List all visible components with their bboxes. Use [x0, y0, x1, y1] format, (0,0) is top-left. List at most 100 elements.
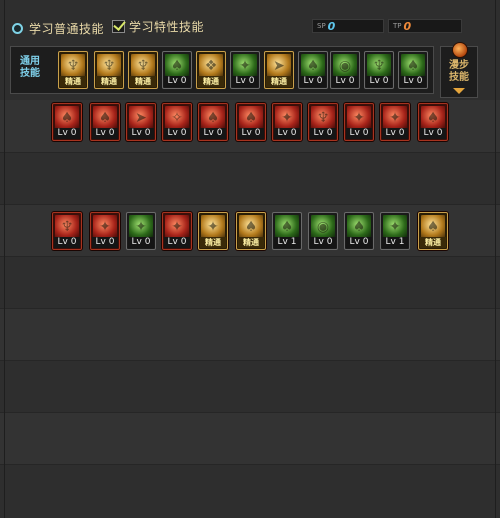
skill-slot[interactable]: ♠ Lv 0: [298, 51, 328, 89]
skill-slot[interactable]: ✧ Lv 0: [162, 103, 192, 141]
target-icon: ✦: [233, 54, 257, 78]
figure-icon: ✦: [347, 106, 371, 130]
skill-slot[interactable]: ✦ Lv 0: [272, 103, 302, 141]
skill-level-label: Lv 0: [128, 237, 154, 248]
tp-value: 0: [403, 19, 412, 33]
skill-glyph: ♠: [352, 219, 366, 235]
skill-glyph: ♠: [244, 219, 258, 235]
normal-skill-option[interactable]: 学习普通技能: [12, 20, 104, 37]
sprint-icon: ✦: [129, 215, 153, 239]
checkbox-icon[interactable]: [112, 20, 125, 33]
sp-value: 0: [327, 19, 336, 33]
skill-level-label: Lv 0: [200, 128, 226, 139]
skill-glyph: ➤: [273, 58, 285, 74]
skill-glyph: ✦: [239, 58, 251, 74]
skill-slot[interactable]: ♆ 精通: [58, 51, 88, 89]
skill-glyph: ✦: [389, 110, 401, 126]
pierce-icon: ✦: [201, 215, 225, 239]
special-skill-label: 学习特性技能: [129, 20, 205, 34]
skill-glyph: ♆: [316, 110, 330, 126]
special-skill-option[interactable]: 学习特性技能: [112, 18, 204, 35]
switch-skill-label: 漫步 技能: [449, 60, 469, 83]
skill-level-label: Lv 1: [382, 237, 408, 248]
wings-icon: ♠: [165, 54, 189, 78]
skill-slot[interactable]: ♠ Lv 0: [398, 51, 428, 89]
skill-glyph: ◉: [338, 58, 352, 74]
chevron-down-icon[interactable]: [453, 88, 465, 94]
skill-slot[interactable]: ♠ Lv 0: [418, 103, 448, 141]
skill-slot[interactable]: ◉ Lv 0: [330, 51, 360, 89]
skill-level-label: Lv 0: [400, 76, 426, 87]
sp-counter: SP 0: [312, 19, 384, 33]
skill-slot[interactable]: ♠ Lv 0: [236, 103, 266, 141]
general-skill-label: 通用 技能: [20, 56, 40, 79]
spiral-icon: ✦: [165, 215, 189, 239]
skill-level-label: 精通: [200, 237, 226, 248]
skill-level-label: Lv 0: [420, 128, 446, 139]
row-divider: [0, 464, 500, 465]
skill-slot[interactable]: ❖ 精通: [196, 51, 226, 89]
skill-level-label: Lv 0: [164, 76, 190, 87]
skill-slot[interactable]: ♠ Lv 0: [162, 51, 192, 89]
rage-icon: ♆: [55, 215, 79, 239]
skill-level-label: Lv 0: [238, 128, 264, 139]
shard-icon: ♠: [401, 54, 425, 78]
skill-slot[interactable]: ♆ Lv 0: [364, 51, 394, 89]
grass-icon: ♠: [421, 215, 445, 239]
vortex-icon: ✦: [275, 106, 299, 130]
skill-slot[interactable]: ◉ Lv 0: [308, 212, 338, 250]
hammer-icon: ✦: [93, 215, 117, 239]
skill-slot[interactable]: ♠ Lv 1: [272, 212, 302, 250]
skill-slot[interactable]: ♆ Lv 0: [52, 212, 82, 250]
burst-icon: ♠: [301, 54, 325, 78]
skill-level-label: 精通: [198, 76, 224, 87]
skill-row-band-5: [0, 308, 500, 360]
radio-icon[interactable]: [12, 23, 23, 34]
skill-slot[interactable]: ♆ 精通: [128, 51, 158, 89]
skill-row-band-8: [0, 464, 500, 518]
orb-icon: ◉: [311, 215, 335, 239]
skill-slot[interactable]: ✦ Lv 0: [90, 212, 120, 250]
skill-level-label: Lv 0: [92, 237, 118, 248]
skill-level-label: Lv 0: [54, 128, 80, 139]
skill-glyph: ✧: [171, 110, 183, 126]
skill-slot[interactable]: ✦ 精通: [198, 212, 228, 250]
skill-slot[interactable]: ♆ 精通: [94, 51, 124, 89]
skill-level-label: Lv 0: [332, 76, 358, 87]
skill-level-label: Lv 0: [382, 128, 408, 139]
skill-level-label: Lv 0: [164, 128, 190, 139]
skill-slot[interactable]: ♠ Lv 0: [198, 103, 228, 141]
skill-slot[interactable]: ➤ 精通: [264, 51, 294, 89]
skill-slot[interactable]: ♠ 精通: [418, 212, 448, 250]
skill-level-label: Lv 0: [366, 76, 392, 87]
tp-counter: TP 0: [388, 19, 462, 33]
skill-slot[interactable]: ✦ Lv 0: [162, 212, 192, 250]
strike-icon: ✦: [383, 106, 407, 130]
skill-row-band-4: [0, 256, 500, 308]
lunge-icon: ♠: [347, 215, 371, 239]
skill-glyph: ✦: [99, 219, 111, 235]
row-divider: [0, 256, 500, 257]
skill-slot[interactable]: ➤ Lv 0: [126, 103, 156, 141]
skill-slot[interactable]: ♠ Lv 0: [344, 212, 374, 250]
skill-glyph: ♆: [60, 219, 74, 235]
skill-level-label: Lv 0: [92, 128, 118, 139]
skill-slot[interactable]: ♠ Lv 0: [90, 103, 120, 141]
skill-level-label: 精通: [420, 237, 446, 248]
skill-level-label: 精通: [266, 76, 292, 87]
skill-level-label: Lv 0: [54, 237, 80, 248]
skill-level-label: 精通: [238, 237, 264, 248]
skill-slot[interactable]: ✦ Lv 0: [126, 212, 156, 250]
skill-slot[interactable]: ✦ Lv 0: [230, 51, 260, 89]
skill-slot[interactable]: ♠ Lv 0: [52, 103, 82, 141]
skill-glyph: ♆: [372, 58, 386, 74]
skill-slot[interactable]: ✦ Lv 0: [380, 103, 410, 141]
skill-slot[interactable]: ✦ Lv 0: [344, 103, 374, 141]
skill-glyph: ❖: [204, 58, 218, 74]
skill-slot[interactable]: ♆ Lv 0: [308, 103, 338, 141]
skill-glyph: ✦: [135, 219, 147, 235]
skill-slot[interactable]: ✦ Lv 1: [380, 212, 410, 250]
skill-slot[interactable]: ♠ 精通: [236, 212, 266, 250]
skill-glyph: ✦: [207, 219, 219, 235]
dash-icon: ♆: [61, 54, 85, 78]
